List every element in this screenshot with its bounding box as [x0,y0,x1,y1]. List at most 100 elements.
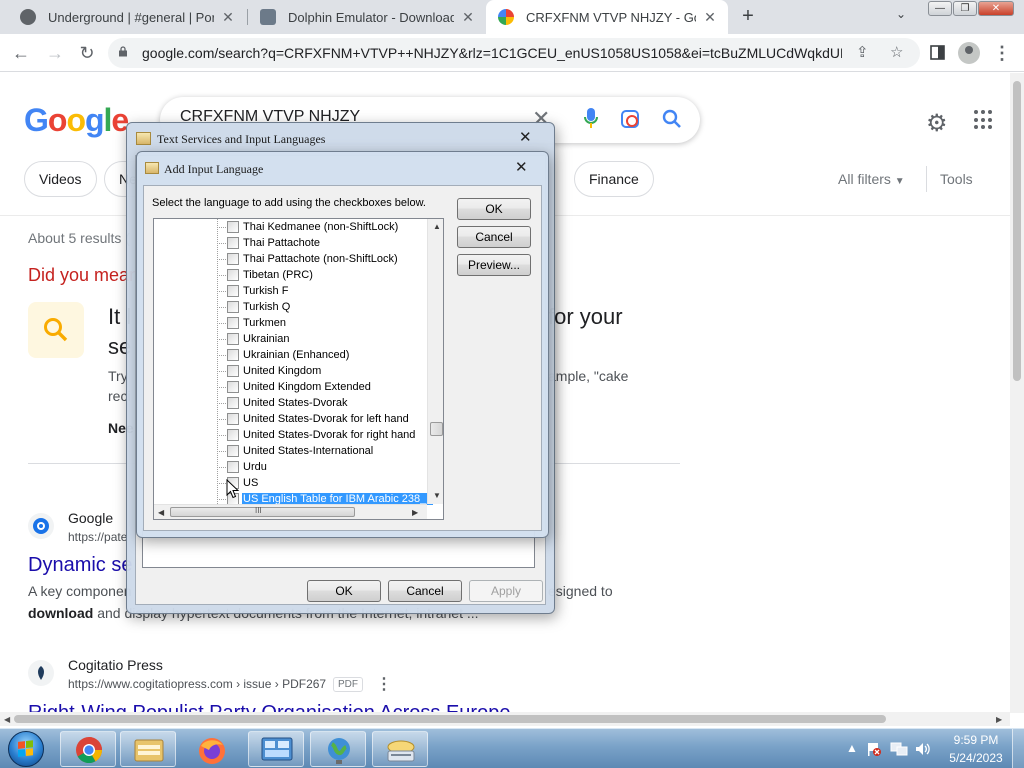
language-item[interactable]: United States-Dvorak for right hand [212,427,416,443]
result-url[interactable]: https://pate [68,530,127,544]
scroll-down-arrow-icon[interactable]: ▼ [433,491,441,500]
scroll-right-arrow-icon[interactable]: ▶ [412,508,418,517]
language-item[interactable]: Thai Pattachote [212,235,321,251]
tab-dolphin[interactable]: Dolphin Emulator - Download ✕ [248,0,486,34]
ok-button[interactable]: OK [457,198,531,220]
back-arrow-icon[interactable]: ← [10,42,32,64]
volume-icon[interactable] [914,741,932,757]
taskbar-chrome[interactable] [60,731,116,767]
language-checkbox[interactable] [227,445,239,457]
language-item[interactable]: Tibetan (PRC) [212,267,314,283]
chrome-menu-icon[interactable]: ⋮ [991,42,1013,64]
language-checkbox[interactable] [227,381,239,393]
lock-icon[interactable] [118,46,128,57]
close-dialog-icon[interactable]: ✕ [519,128,532,146]
tools-button[interactable]: Tools [940,171,973,187]
taskbar-explorer[interactable] [120,731,176,767]
language-checkbox[interactable] [227,349,239,361]
show-desktop-button[interactable] [1012,729,1024,768]
taskbar-text-services[interactable] [372,731,428,767]
language-checkbox[interactable] [227,461,239,473]
tray-overflow-icon[interactable]: ▲ [846,741,858,755]
language-item[interactable]: Ukrainian [212,331,290,347]
language-item[interactable]: Urdu [212,459,268,475]
scrollbar-thumb[interactable] [1013,81,1021,381]
profile-avatar-icon[interactable] [958,42,980,64]
result-url[interactable]: https://www.cogitatiopress.com › issue ›… [68,677,326,691]
preview-button[interactable]: Preview... [457,254,531,276]
url-text[interactable]: google.com/search?q=CRFXFNM+VTVP++NHJZY&… [142,45,842,61]
scroll-up-arrow-icon[interactable]: ▲ [433,222,441,231]
page-vertical-scrollbar[interactable] [1010,73,1024,713]
language-checkbox[interactable] [227,301,239,313]
share-icon[interactable]: ⇪ [856,43,869,61]
close-tab-icon[interactable]: ✕ [460,9,476,26]
taskbar-control-panel[interactable] [248,731,304,767]
language-item[interactable]: Turkish Q [212,299,291,315]
lens-search-icon[interactable] [621,110,639,128]
apply-button[interactable]: Apply [469,580,543,602]
language-item[interactable]: United Kingdom [212,363,322,379]
language-checkbox[interactable] [227,333,239,345]
language-checkbox[interactable] [227,237,239,249]
tab-google-search[interactable]: CRFXFNM VTVP NHJZY - Google Search ✕ [486,0,728,34]
clock-time[interactable]: 9:59 PM [946,733,1006,747]
language-checkbox[interactable] [227,413,239,425]
close-window-button[interactable]: ✕ [978,1,1014,16]
settings-gear-icon[interactable]: ⚙ [926,109,948,138]
more-options-icon[interactable]: ⋮ [376,674,392,694]
voice-search-icon[interactable] [584,108,598,130]
tab-search-icon[interactable]: ⌄ [896,7,906,21]
scroll-right-arrow-icon[interactable]: ▶ [996,715,1002,724]
scroll-left-arrow-icon[interactable]: ◀ [158,508,164,517]
minimize-button[interactable]: — [928,1,952,16]
result-site-name[interactable]: Cogitatio Press [68,657,163,673]
tab-underground[interactable]: Underground | #general | PornHub ✕ [8,0,246,34]
tree-vertical-scrollbar[interactable]: ▲ ▼ [427,219,443,504]
language-checkbox[interactable] [227,269,239,281]
maximize-button[interactable]: ❐ [953,1,977,16]
close-tab-icon[interactable]: ✕ [220,9,236,26]
language-item[interactable]: United Kingdom Extended [212,379,372,395]
scrollbar-thumb[interactable] [430,422,443,436]
page-horizontal-scrollbar[interactable]: ◀ ▶ [0,712,1010,726]
clock-date[interactable]: 5/24/2023 [946,751,1006,765]
action-center-flag-icon[interactable] [866,741,882,757]
cancel-button[interactable]: Cancel [457,226,531,248]
chip-finance[interactable]: Finance [574,161,654,197]
language-checkbox[interactable] [227,317,239,329]
start-button[interactable] [4,730,48,768]
cancel-button[interactable]: Cancel [388,580,462,602]
taskbar-firefox[interactable] [184,731,240,767]
side-panel-icon[interactable] [930,45,945,60]
search-icon[interactable] [662,109,682,129]
scrollbar-thumb[interactable]: III [170,506,355,517]
language-item[interactable]: Thai Kedmanee (non-ShiftLock) [212,219,399,235]
scroll-left-arrow-icon[interactable]: ◀ [4,715,10,724]
google-logo[interactable]: Google [24,102,129,139]
language-checkbox[interactable] [227,397,239,409]
close-tab-icon[interactable]: ✕ [702,9,718,26]
language-checkbox[interactable] [227,429,239,441]
language-checkbox[interactable] [227,253,239,265]
all-filters-button[interactable]: All filters ▼ [838,171,905,187]
language-tree[interactable]: Thai Kedmanee (non-ShiftLock) Thai Pattac… [153,218,444,520]
language-checkbox[interactable] [227,221,239,233]
tree-horizontal-scrollbar[interactable]: ◀ III ▶ [154,504,427,519]
language-item[interactable]: Turkish F [212,283,289,299]
result-title-link[interactable]: Dynamic se [28,554,132,577]
language-item[interactable]: United States-Dvorak [212,395,349,411]
language-item[interactable]: Thai Pattachote (non-ShiftLock) [212,251,399,267]
scrollbar-thumb[interactable] [14,715,886,723]
close-dialog-icon[interactable]: ✕ [515,158,528,176]
language-checkbox[interactable] [227,285,239,297]
taskbar-network[interactable] [310,731,366,767]
chip-videos[interactable]: Videos [24,161,97,197]
language-item[interactable]: Turkmen [212,315,287,331]
ok-button[interactable]: OK [307,580,381,602]
new-tab-button[interactable]: + [737,6,759,28]
google-apps-icon[interactable] [974,110,994,130]
language-item[interactable]: United States-International [212,443,374,459]
bookmark-star-icon[interactable]: ☆ [890,43,903,61]
reload-icon[interactable]: ↻ [76,42,98,64]
